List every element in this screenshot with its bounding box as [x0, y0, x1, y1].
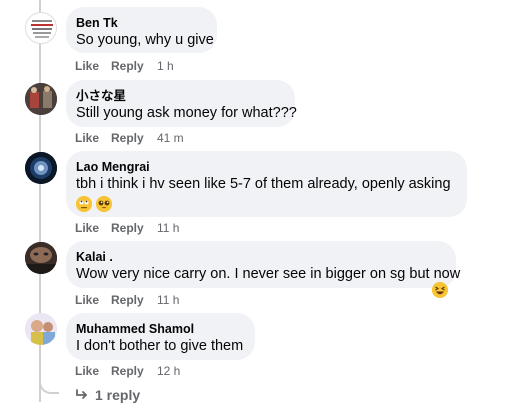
comment-bubble: Lao Mengrai tbh i think i hv seen like 5…: [66, 151, 467, 217]
reply-button[interactable]: Reply: [111, 363, 157, 379]
comment-author[interactable]: Ben Tk: [76, 15, 205, 31]
like-button[interactable]: Like: [75, 292, 111, 308]
comment-bubble: 小さな星 Still young ask money for what???: [66, 80, 297, 127]
comment-timestamp[interactable]: 11 h: [157, 292, 179, 308]
view-replies-link[interactable]: 1 reply: [75, 386, 140, 404]
face-with-rolling-eyes-icon: [76, 196, 92, 212]
avatar[interactable]: [25, 152, 57, 184]
like-button[interactable]: Like: [75, 363, 111, 379]
comment-text: tbh i think i hv seen like 5-7 of them a…: [76, 176, 451, 192]
comment-timestamp[interactable]: 1 h: [157, 58, 174, 74]
comment-timestamp[interactable]: 11 h: [157, 220, 179, 236]
reply-button[interactable]: Reply: [111, 58, 157, 74]
grinning-squinting-face-icon: [432, 282, 448, 298]
like-button[interactable]: Like: [75, 130, 111, 146]
comment-author[interactable]: Muhammed Shamol: [76, 321, 243, 337]
comment-text: I don't bother to give them: [76, 338, 244, 354]
comment-text: So young, why u give: [76, 32, 214, 48]
reply-button[interactable]: Reply: [111, 292, 157, 308]
comment-text: Wow very nice carry on. I never see in b…: [76, 266, 461, 282]
reply-arrow-icon: [75, 386, 91, 404]
comment-author[interactable]: Kalai .: [76, 249, 444, 265]
avatar[interactable]: [25, 83, 57, 115]
comment-actions: Like Reply 11 h: [75, 292, 179, 308]
comment-author[interactable]: 小さな星: [76, 88, 283, 104]
comment-bubble: Ben Tk So young, why u give: [66, 7, 217, 53]
comment-bubble: Kalai . Wow very nice carry on. I never …: [66, 241, 461, 288]
comment-author[interactable]: Lao Mengrai: [76, 159, 455, 175]
comment-text: Still young ask money for what???: [76, 105, 297, 121]
avatar[interactable]: [25, 242, 57, 274]
comment-bubble: Muhammed Shamol I don't bother to give t…: [66, 313, 255, 360]
comment-timestamp[interactable]: 41 m: [157, 130, 184, 146]
reply-button[interactable]: Reply: [111, 130, 157, 146]
pleading-face-icon: [96, 196, 113, 212]
avatar[interactable]: [25, 12, 57, 44]
comment-actions: Like Reply 1 h: [75, 58, 174, 74]
thread-connector: [39, 372, 59, 394]
reply-button[interactable]: Reply: [111, 220, 157, 236]
avatar[interactable]: [25, 313, 57, 345]
view-replies-label[interactable]: 1 reply: [95, 387, 140, 403]
comment-actions: Like Reply 12 h: [75, 363, 180, 379]
like-button[interactable]: Like: [75, 58, 111, 74]
comment-timestamp[interactable]: 12 h: [157, 363, 180, 379]
comment-actions: Like Reply 41 m: [75, 130, 184, 146]
like-button[interactable]: Like: [75, 220, 111, 236]
comment-actions: Like Reply 11 h: [75, 220, 179, 236]
